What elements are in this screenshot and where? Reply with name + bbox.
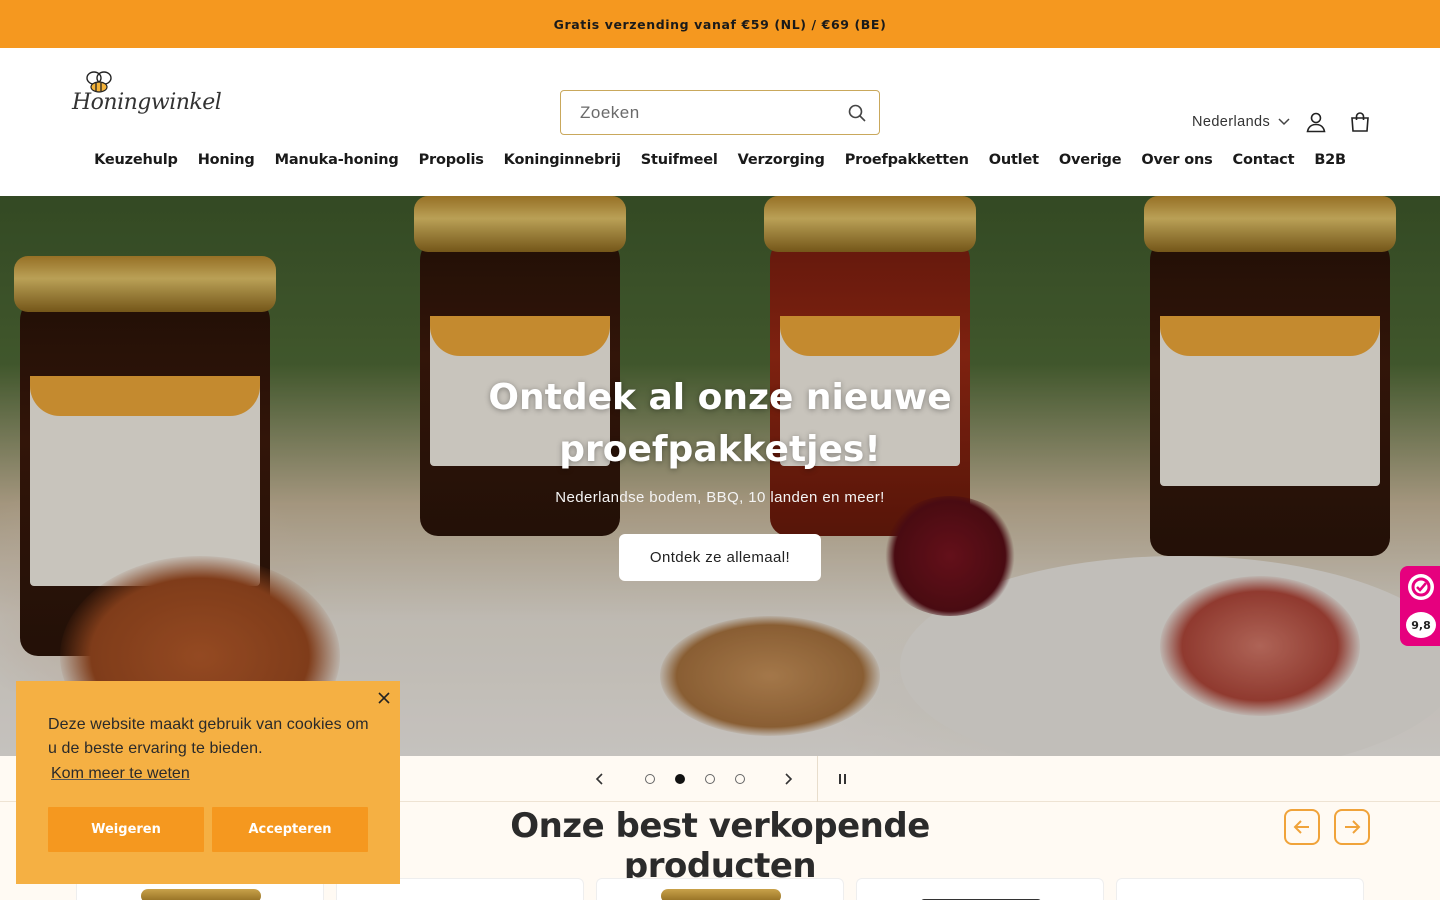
trust-score: 9,8 bbox=[1406, 612, 1436, 638]
cart-icon[interactable] bbox=[1348, 110, 1372, 134]
nav-item-outlet[interactable]: Outlet bbox=[989, 152, 1039, 178]
nav-item-b2b[interactable]: B2B bbox=[1314, 152, 1346, 178]
product-image bbox=[661, 889, 781, 900]
product-card[interactable] bbox=[856, 878, 1104, 900]
best-sellers-title: Onze best verkopende producten bbox=[510, 806, 930, 886]
controls-divider bbox=[817, 756, 818, 802]
slide-dot-1[interactable] bbox=[645, 774, 655, 784]
language-label: Nederlands bbox=[1192, 114, 1271, 130]
main-nav: Keuzehulp Honing Manuka-honing Propolis … bbox=[0, 152, 1440, 178]
nav-item-keuzehulp[interactable]: Keuzehulp bbox=[94, 152, 178, 178]
search-input[interactable] bbox=[580, 101, 830, 125]
slide-dot-3[interactable] bbox=[705, 774, 715, 784]
carousel-next-button[interactable] bbox=[1334, 809, 1370, 845]
cookie-accept-button[interactable]: Accepteren bbox=[212, 807, 368, 852]
nav-item-koninginnebrij[interactable]: Koninginnebrij bbox=[504, 152, 621, 178]
hero-title: Ontdek al onze nieuwe proefpakketjes! bbox=[488, 377, 952, 470]
account-icon[interactable] bbox=[1304, 110, 1328, 134]
nav-item-propolis[interactable]: Propolis bbox=[419, 152, 484, 178]
chevron-down-icon bbox=[1278, 118, 1290, 126]
product-card[interactable] bbox=[596, 878, 844, 900]
language-selector[interactable]: Nederlands bbox=[1192, 114, 1290, 130]
nav-item-stuifmeel[interactable]: Stuifmeel bbox=[641, 152, 718, 178]
chevron-left-icon[interactable] bbox=[590, 770, 610, 788]
hero-banner: Ontdek al onze nieuwe proefpakketjes! Ne… bbox=[0, 196, 1440, 756]
announcement-text: Gratis verzending vanaf €59 (NL) / €69 (… bbox=[553, 16, 887, 32]
nav-item-manuka-honing[interactable]: Manuka-honing bbox=[275, 152, 399, 178]
pause-icon[interactable] bbox=[836, 770, 850, 788]
slide-dot-4[interactable] bbox=[735, 774, 745, 784]
nav-item-proefpakketten[interactable]: Proefpakketten bbox=[845, 152, 969, 178]
carousel-prev-button[interactable] bbox=[1284, 809, 1320, 845]
hero-subtitle: Nederlandse bodem, BBQ, 10 landen en mee… bbox=[555, 489, 885, 506]
trust-logo-icon bbox=[1408, 574, 1434, 600]
cookie-message: Deze website maakt gebruik van cookies o… bbox=[48, 716, 369, 757]
nav-item-contact[interactable]: Contact bbox=[1233, 152, 1295, 178]
nav-item-over-ons[interactable]: Over ons bbox=[1141, 152, 1212, 178]
site-header: Honingwinkel Nederlands Keuzehulp Honing… bbox=[0, 48, 1440, 196]
logo[interactable]: Honingwinkel bbox=[72, 68, 222, 128]
close-icon[interactable] bbox=[373, 687, 395, 709]
announcement-bar: Gratis verzending vanaf €59 (NL) / €69 (… bbox=[0, 0, 1440, 48]
cookie-learn-more-link[interactable]: Kom meer te weten bbox=[51, 765, 190, 783]
product-image bbox=[141, 889, 261, 900]
cookie-banner: Deze website maakt gebruik van cookies o… bbox=[16, 681, 400, 884]
nav-item-overige[interactable]: Overige bbox=[1059, 152, 1122, 178]
search-icon[interactable] bbox=[847, 103, 867, 123]
product-card[interactable] bbox=[1116, 878, 1364, 900]
arrow-right-icon bbox=[1345, 820, 1361, 834]
logo-text: Honingwinkel bbox=[72, 90, 222, 115]
slide-dot-2[interactable] bbox=[675, 774, 685, 784]
chevron-right-icon[interactable] bbox=[778, 770, 798, 788]
nav-item-honing[interactable]: Honing bbox=[198, 152, 255, 178]
arrow-left-icon bbox=[1293, 820, 1309, 834]
trust-badge[interactable]: 9,8 bbox=[1400, 566, 1440, 646]
hero-cta-button[interactable]: Ontdek ze allemaal! bbox=[619, 534, 821, 581]
nav-item-verzorging[interactable]: Verzorging bbox=[738, 152, 825, 178]
search-box[interactable] bbox=[560, 90, 880, 135]
cookie-decline-button[interactable]: Weigeren bbox=[48, 807, 204, 852]
hero-overlay bbox=[0, 196, 1440, 756]
